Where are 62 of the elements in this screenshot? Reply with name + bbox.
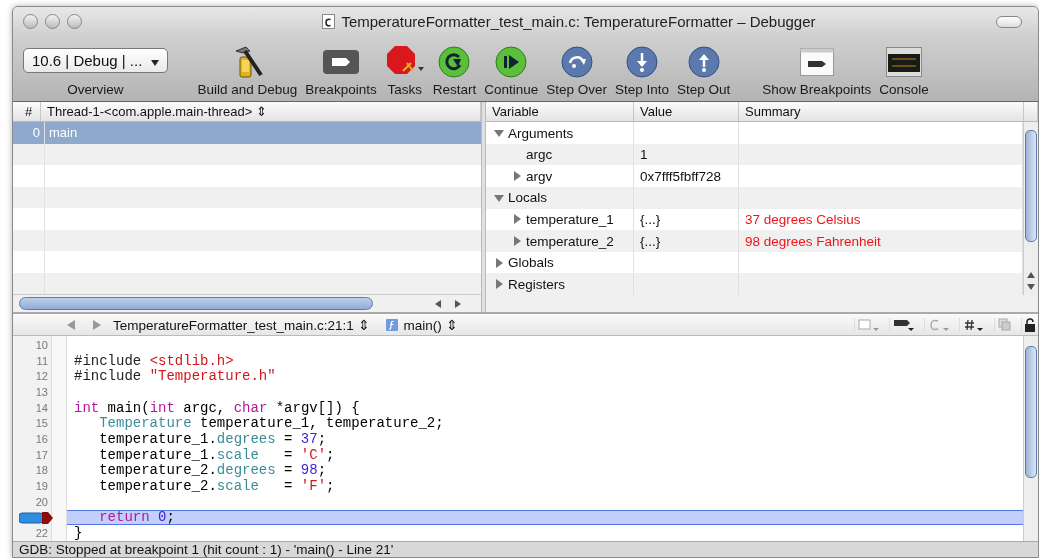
console-button[interactable]: Console	[875, 42, 933, 98]
step-out-button[interactable]: Step Out	[673, 42, 735, 98]
line-number: 22	[35, 527, 48, 540]
code-line: int main(int argc, char *argv[]) {	[74, 399, 360, 416]
status-text: GDB: Stopped at breakpoint 1 (hit count : 1) - 'main() - Line 21'	[19, 542, 394, 557]
tasks-button[interactable]: Tasks	[380, 42, 429, 98]
step-into-button[interactable]: Step Into	[611, 42, 674, 98]
code-line: return 0;	[98, 509, 175, 526]
variable-value: {...}	[640, 233, 661, 249]
line-number: 16	[35, 433, 48, 446]
variable-value: {...}	[640, 211, 661, 227]
variable-name: argc	[526, 147, 553, 163]
line-number: 14	[35, 401, 48, 414]
variable-value: 1	[640, 147, 648, 163]
code-line: temperature_1.scale = 'C';	[98, 446, 335, 463]
column-header[interactable]: Variable	[486, 102, 634, 122]
code-line: temperature_2.degrees = 98;	[98, 462, 327, 479]
build-button[interactable]: Build and Debug	[193, 42, 302, 98]
code-line: #include "Temperature.h"	[74, 368, 276, 385]
variable-row[interactable]: Registers	[486, 273, 1023, 295]
code-line: }	[74, 525, 83, 542]
variable-row[interactable]: Locals	[486, 187, 1023, 209]
restart-button[interactable]: Restart	[428, 42, 481, 98]
column-header[interactable]: #	[13, 102, 41, 122]
column-header[interactable]: Summary	[739, 102, 1024, 122]
overview-popup[interactable]: 10.6 | Debug | ...	[23, 48, 168, 74]
variable-summary: 37 degrees Celsius	[745, 211, 861, 227]
variable-summary: 98 degrees Fahrenheit	[745, 233, 881, 249]
line-number: 18	[35, 464, 48, 477]
continue-button[interactable]: Continue	[480, 42, 543, 98]
variable-name: Globals	[508, 255, 554, 271]
variable-name: Registers	[508, 276, 566, 292]
variable-name: temperature_2	[526, 233, 614, 249]
frame-name: main	[48, 124, 78, 143]
file-popup[interactable]: TemperatureFormatter_test_main.c:21:1 ⇕	[113, 316, 370, 333]
show-breakpoints-button[interactable]: Show Breakpoints	[758, 42, 876, 98]
line-number: 10	[35, 338, 48, 351]
line-number: 17	[35, 448, 48, 461]
code-line: #include <stdlib.h>	[74, 352, 234, 369]
line-number: 13	[35, 385, 48, 398]
variable-name: argv	[526, 168, 553, 184]
line-number: 20	[35, 495, 48, 508]
line-number: 19	[35, 480, 48, 493]
step-over-button[interactable]: Step Over	[542, 42, 611, 98]
variable-name: temperature_1	[526, 211, 614, 227]
line-number: 15	[35, 417, 48, 430]
variable-name: Arguments	[508, 125, 574, 141]
variable-row[interactable]: temperature_2 {...} 98 degrees Fahrenheit	[486, 230, 1023, 252]
variable-name: Locals	[508, 190, 548, 206]
overview-label: Overview	[67, 82, 124, 98]
window-title: TemperatureFormatter_test_main.c: TemperatureFormatter – Debugger	[341, 13, 816, 31]
frame-index: 0	[13, 122, 45, 144]
variable-value: 0x7fff5fbff728	[640, 168, 722, 184]
function-popup[interactable]: main() ⇕	[403, 316, 458, 333]
code-line: temperature_2.scale = 'F';	[98, 478, 335, 495]
column-header[interactable]: Value	[634, 102, 739, 122]
line-number: 12	[35, 370, 48, 383]
line-number: 11	[36, 354, 48, 367]
breakpoints-button[interactable]: Breakpoints	[301, 42, 381, 98]
variable-row[interactable]: argc 1	[486, 143, 1023, 166]
code-line: Temperature temperature_1, temperature_2;	[98, 415, 444, 432]
code-line: temperature_1.degrees = 37;	[98, 431, 327, 448]
